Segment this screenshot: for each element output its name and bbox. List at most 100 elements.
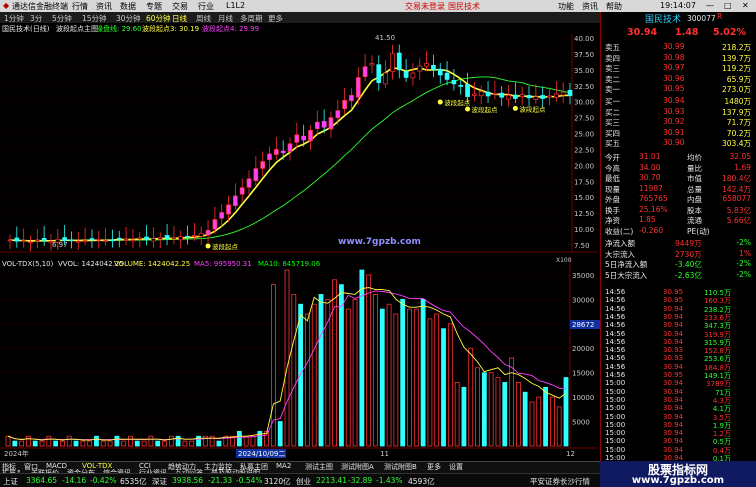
candle-body [157,237,163,240]
bid-row[interactable]: 买五 30.90 303.4万 [601,138,756,148]
volume-bar [141,440,147,447]
stat-row: 换手 25.16% 股本 5.83亿 [601,205,756,215]
tick-price: 30.94 [663,420,684,429]
candle-body [21,240,27,243]
indicator-tab[interactable]: MA2 [276,462,291,470]
sz-index-change: -21.33 [208,476,233,485]
volume-bar [202,435,208,447]
ask-row[interactable]: 卖三 30.97 119.2万 [601,63,756,73]
volume-bar [128,435,133,447]
price-axis-label: 25.00 [574,131,594,139]
maximize-icon[interactable]: □ [724,1,732,10]
price-axis-label: 35.00 [574,67,594,75]
indicator-tab[interactable]: 更多 [427,462,441,472]
ask-price: 30.97 [663,63,685,72]
vol-ma10: MA10: 845719.06 [258,260,321,268]
bid-row[interactable]: 买二 30.93 137.9万 [601,107,756,117]
tick-price: 30.93 [663,346,684,355]
volume-bar [39,440,45,447]
stat-value: 25.16% [639,204,668,214]
candle-body [198,233,204,237]
candle-body [110,239,115,242]
candle-body [355,77,361,98]
volume-bar [182,440,188,447]
stat-row: 今开 31.01 均价 32.05 [601,152,756,162]
vol-indicator-name[interactable]: VOL-TDX(5,10) [2,260,54,268]
tick-time: 14:56 [605,304,626,313]
stat-label: 今开 [605,153,620,162]
tick-price: 30.94 [663,437,684,446]
bid-label: 买五 [605,139,620,148]
candle-body [287,143,293,152]
quote-panel: 国民技术 300077 R 30.94 1.48 5.02% 卖五 30.99 21… [600,12,756,463]
volume-bar [26,435,31,447]
stat-value: 30.70 [639,173,661,182]
volume-bar [434,313,440,447]
candle-body [273,149,279,155]
volume-bar [250,435,256,447]
volume-bar [454,382,460,447]
tick-row: 15:00 30.94 71万 [601,388,756,397]
ask-row[interactable]: 卖四 30.98 139.7万 [601,53,756,63]
fund-flow-row: 净流入额 9449万 -2% [601,238,756,248]
volume-bar [94,435,99,447]
tick-row: 14:56 30.94 184.8万 [601,363,756,372]
bid-price: 30.91 [663,127,685,137]
stat-label: 收益(二) [605,226,634,236]
volume-bar [332,279,338,447]
fund-flow-value: -3.40亿 [675,260,702,269]
date-label-dec: 12 [566,450,575,458]
candle-body [267,153,272,161]
volume-axis-label: 15000 [572,370,594,378]
sh-index-label: 上证 [3,477,18,486]
tick-row: 14:56 30.93 152.8万 [601,346,756,355]
bid-label: 买四 [605,128,620,138]
volume-axis-label: 35000 [572,272,594,280]
ask-volume: 119.2万 [722,64,751,73]
ask-row[interactable]: 卖一 30.95 273.0万 [601,84,756,94]
ask-row[interactable]: 卖五 30.99 218.2万 [601,42,756,52]
volume-bar [100,440,106,447]
kline-chart[interactable]: 40.00 37.50 35.00 32.50 30.00 27.50 25.00 22.50… [0,0,600,461]
price-axis: 40.00 37.50 35.00 32.50 30.00 27.50 25.00 22.50… [0,34,598,253]
indicator-tab[interactable]: 测试附图B [384,462,417,472]
volume-bar [475,367,480,447]
cy-index-label: 创业 [296,477,311,486]
ask-price: 30.99 [663,42,685,51]
clock: 19:14:07 [660,1,696,10]
volume-bar [481,372,487,447]
minimize-icon[interactable]: — [706,1,714,10]
indicator-tab[interactable]: 测试附图A [341,462,374,472]
ask-row[interactable]: 卖二 30.96 65.9万 [601,74,756,84]
candle-body [349,94,354,102]
tick-price: 30.93 [663,354,684,363]
bid-price: 30.94 [663,96,685,105]
indicator-tab[interactable]: 设置 [449,462,463,472]
candle-body [253,168,259,182]
volume-bar [468,347,474,447]
tick-time: 15:00 [605,395,626,404]
volume-axis-label: 5000 [572,419,590,427]
tick-time: 15:00 [605,412,626,421]
sh-index-value: 3364.65 [26,476,58,485]
stat-value: 34.00 [639,162,661,172]
volume-bar [148,435,154,447]
stat-label: 股本 [687,205,702,215]
volume-bar [162,440,167,447]
bid-label: 买二 [605,107,620,117]
stat-row: 净资 1.85 流通 5.66亿 [601,215,756,225]
stat-row: 外盘 765765 内盘 658077 [601,194,756,204]
candle-body [553,93,559,98]
tick-row: 15:00 30.94 4.3万 [601,395,756,405]
price-axis-label: 37.50 [574,51,594,59]
volume-bar [543,386,548,447]
tick-row: 14:56 30.94 238.2万 [601,304,756,314]
fund-flow-pct: -2% [736,269,751,279]
bid-row[interactable]: 买四 30.91 70.2万 [601,128,756,138]
candle-body [239,187,245,195]
indicator-tab[interactable]: 测试主图 [305,462,333,472]
bid-row[interactable]: 买一 30.94 1480万 [601,96,756,106]
close-icon[interactable]: ✕ [742,1,749,10]
bid-row[interactable]: 买三 30.92 71.7万 [601,117,756,127]
menu-help[interactable]: 帮助 [606,1,622,12]
